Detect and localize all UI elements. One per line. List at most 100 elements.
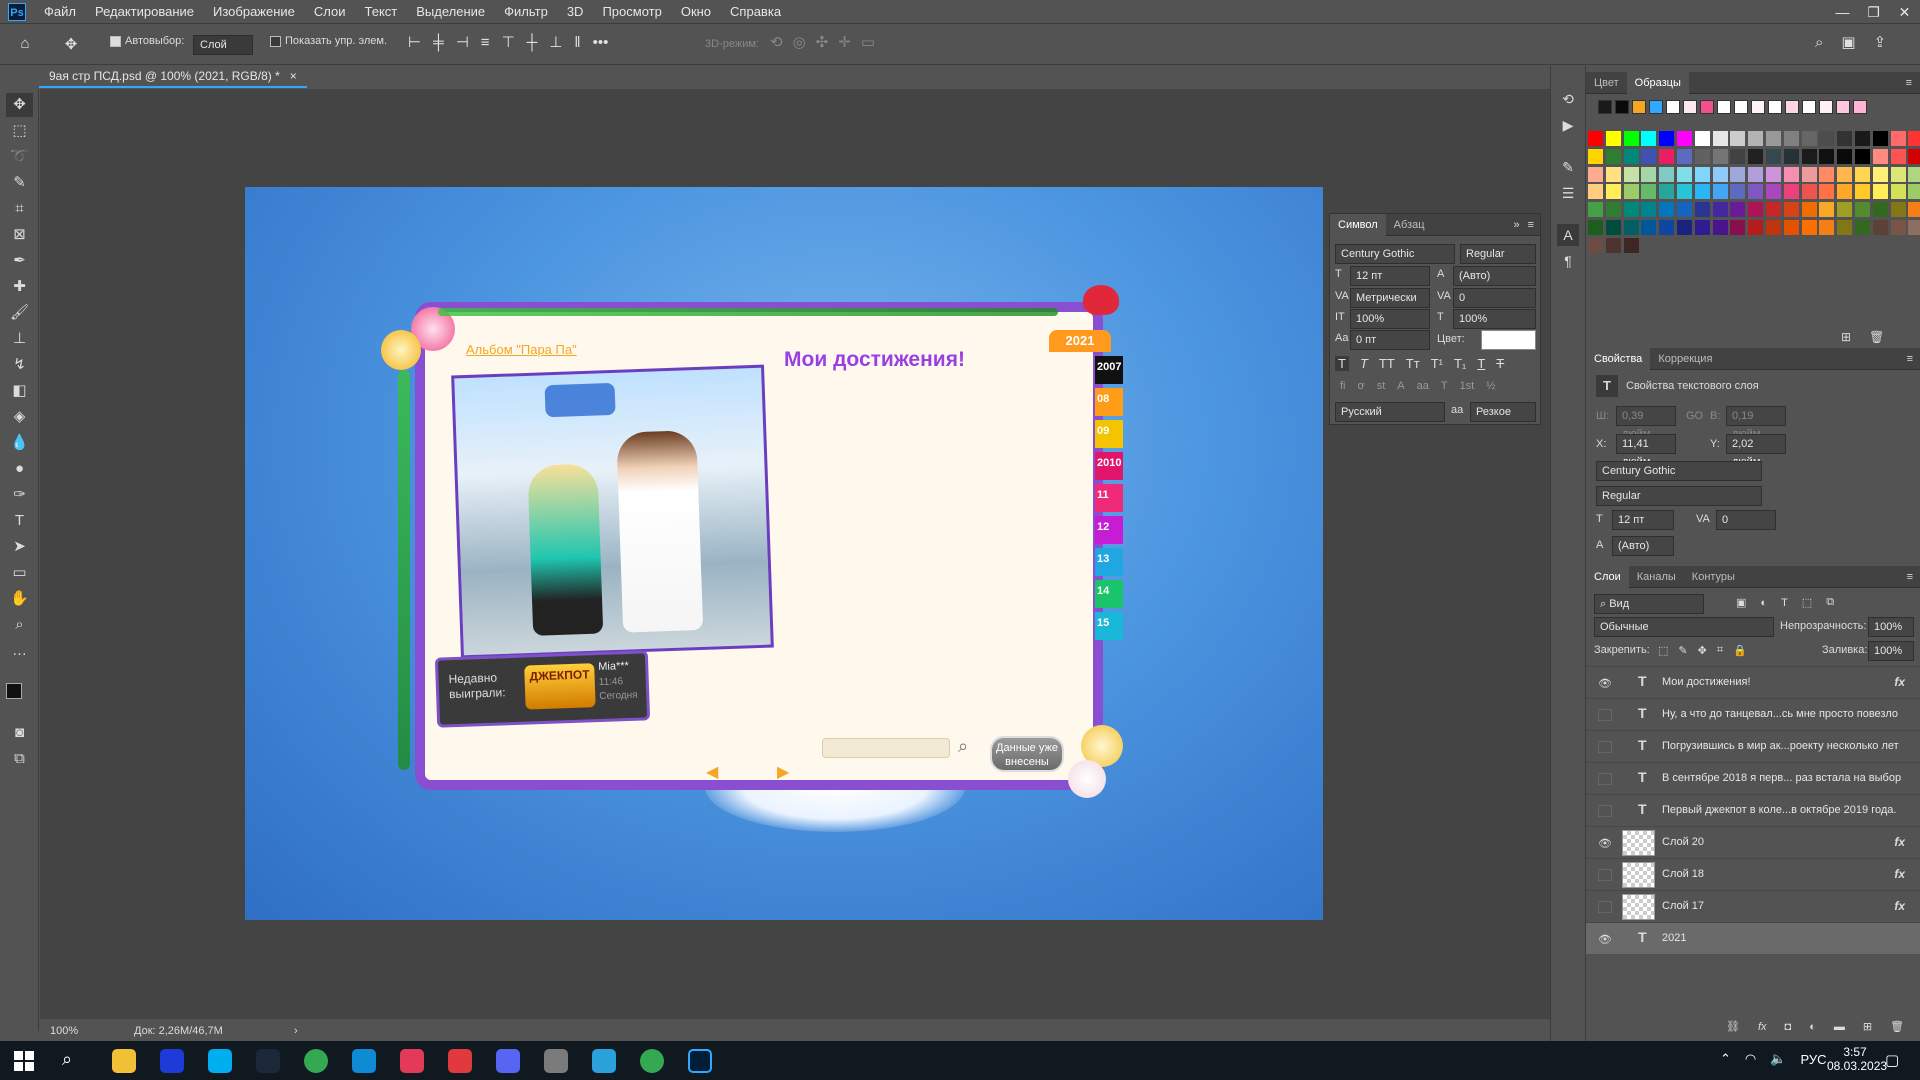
color-swatch[interactable] xyxy=(1872,131,1888,146)
recent-swatch[interactable] xyxy=(1819,100,1833,114)
menu-item[interactable]: Окно xyxy=(681,0,711,24)
layer-fx-icon[interactable]: fx xyxy=(1894,675,1905,689)
telegram-icon[interactable] xyxy=(592,1049,616,1073)
color-swatch[interactable] xyxy=(1766,148,1781,164)
recent-swatch[interactable] xyxy=(1615,100,1629,114)
color-swatch[interactable] xyxy=(1588,220,1603,235)
font-size-field[interactable]: 12 пт xyxy=(1350,266,1430,286)
color-swatch[interactable] xyxy=(1855,184,1870,200)
search-taskbar-icon[interactable]: ⌕ xyxy=(62,1049,72,1070)
height-field[interactable]: 0,19 дюйм xyxy=(1726,406,1786,440)
recent-swatch[interactable] xyxy=(1649,100,1663,114)
color-swatch[interactable] xyxy=(1641,184,1657,200)
faux-bold-button[interactable]: T xyxy=(1335,356,1349,371)
layer-name[interactable]: Слой 18 xyxy=(1662,868,1704,880)
crop-tool-icon[interactable]: ⌗ xyxy=(6,197,33,221)
screen-mode-icon[interactable]: ⧉ xyxy=(6,747,33,771)
year-tab[interactable]: 2010 xyxy=(1095,452,1123,480)
contextual-button[interactable]: T xyxy=(1441,380,1448,392)
color-swatch[interactable] xyxy=(1659,131,1675,146)
prop-leading-field[interactable]: (Авто) xyxy=(1612,536,1674,556)
color-swatch[interactable] xyxy=(1605,148,1621,164)
titling-button[interactable]: aa xyxy=(1417,380,1429,392)
color-swatch[interactable] xyxy=(1641,202,1657,218)
color-swatch[interactable] xyxy=(1730,184,1746,200)
color-swatch[interactable] xyxy=(1712,202,1728,218)
xbox-icon[interactable] xyxy=(160,1049,184,1073)
ordinal-button[interactable]: 1st xyxy=(1460,380,1475,392)
layer-name[interactable]: В сентябре 2018 я перв... раз встала на … xyxy=(1662,772,1901,784)
color-swatch[interactable] xyxy=(1677,184,1692,200)
tab-layers[interactable]: Слои xyxy=(1586,565,1629,588)
video-camera-icon[interactable]: ▭ xyxy=(861,33,875,51)
color-swatch[interactable] xyxy=(1783,202,1799,218)
underline-button[interactable]: T xyxy=(1477,356,1485,371)
color-swatch[interactable] xyxy=(1588,184,1603,200)
menu-item[interactable]: Слои xyxy=(314,0,346,24)
show-controls-checkbox[interactable] xyxy=(270,35,281,47)
color-swatch[interactable] xyxy=(1801,220,1817,235)
color-swatch[interactable] xyxy=(1855,131,1870,146)
language-indicator[interactable]: РУС xyxy=(1800,1052,1826,1067)
kerning-field[interactable]: Метрически xyxy=(1350,288,1430,308)
color-swatch[interactable] xyxy=(1819,166,1835,182)
color-swatch[interactable] xyxy=(1837,148,1853,164)
layer-fx-icon[interactable]: fx xyxy=(1894,835,1905,849)
move-tool-icon[interactable]: ✥ xyxy=(60,35,82,53)
lock-all-icon[interactable]: 🔒 xyxy=(1733,644,1747,657)
color-swatch[interactable] xyxy=(1783,220,1799,235)
year-tab[interactable]: 15 xyxy=(1095,612,1123,640)
layer-name[interactable]: 2021 xyxy=(1662,932,1686,944)
color-swatch[interactable] xyxy=(1890,202,1906,218)
quick-select-tool-icon[interactable]: ✎ xyxy=(6,171,33,195)
visibility-eye-icon[interactable] xyxy=(1598,869,1612,881)
width-field[interactable]: 0,39 дюйм xyxy=(1616,406,1676,440)
tab-color[interactable]: Цвет xyxy=(1586,72,1627,94)
camera-icon[interactable] xyxy=(400,1049,424,1073)
color-swatch[interactable] xyxy=(1819,148,1835,164)
fill-field[interactable]: 100% xyxy=(1868,641,1914,661)
skype-icon[interactable] xyxy=(208,1049,232,1073)
color-swatch[interactable] xyxy=(1605,131,1621,146)
new-layer-icon[interactable]: ⊞ xyxy=(1863,1020,1872,1033)
year-tab[interactable]: 09 xyxy=(1095,420,1123,448)
color-swatch[interactable] xyxy=(1819,131,1835,146)
subscript-button[interactable]: T₁ xyxy=(1454,356,1466,371)
color-swatch[interactable] xyxy=(1908,202,1920,218)
layer-row[interactable]: T В сентябре 2018 я перв... раз встала на… xyxy=(1586,762,1920,794)
old-style-button[interactable]: ơ xyxy=(1358,380,1365,392)
layer-name[interactable]: Мои достижения! xyxy=(1662,676,1751,688)
prop-font-select[interactable]: Century Gothic xyxy=(1596,461,1762,481)
color-swatch[interactable] xyxy=(1677,166,1692,182)
layer-filter-select[interactable]: ⌕ Вид xyxy=(1594,594,1704,614)
link-layers-icon[interactable]: ⛓ xyxy=(1726,1020,1740,1033)
blur-tool-icon[interactable]: 💧 xyxy=(6,431,33,455)
distribute-v-icon[interactable]: ‖ xyxy=(574,34,580,51)
small-caps-button[interactable]: Tт xyxy=(1406,356,1420,371)
color-swatch[interactable] xyxy=(1712,184,1728,200)
color-swatch[interactable] xyxy=(1641,220,1657,235)
color-swatch[interactable] xyxy=(1588,237,1603,253)
color-swatch[interactable] xyxy=(1908,131,1920,146)
stamp-tool-icon[interactable]: ⊥ xyxy=(6,327,33,351)
menu-item[interactable]: Выделение xyxy=(416,0,485,24)
adjustments-icon[interactable]: ☰ xyxy=(1557,182,1579,204)
tracking-field[interactable]: 0 xyxy=(1453,288,1536,308)
swatches-menu-icon[interactable]: ≡ xyxy=(1906,77,1912,89)
layer-name[interactable]: Погрузившись в мир ак...роекту несколько… xyxy=(1662,740,1899,752)
edit-toolbar-icon[interactable]: … xyxy=(6,639,33,663)
font-family-select[interactable]: Century Gothic xyxy=(1335,244,1455,264)
filter-adjust-icon[interactable]: ◐ xyxy=(1760,597,1767,609)
color-swatch[interactable] xyxy=(1694,166,1710,182)
color-swatch[interactable] xyxy=(1694,184,1710,200)
recent-swatch[interactable] xyxy=(1632,100,1646,114)
new-group-icon[interactable]: ▬ xyxy=(1834,1021,1845,1033)
menu-item[interactable]: 3D xyxy=(567,0,584,24)
filter-type-icon[interactable]: T xyxy=(1781,597,1788,609)
year-tab[interactable]: 14 xyxy=(1095,580,1123,608)
menu-item[interactable]: Просмотр xyxy=(602,0,661,24)
color-swatch[interactable] xyxy=(1908,148,1920,164)
tab-character[interactable]: Символ xyxy=(1330,213,1386,236)
color-swatch[interactable] xyxy=(1837,220,1853,235)
next-arrow-icon[interactable]: ▶ xyxy=(777,762,789,782)
